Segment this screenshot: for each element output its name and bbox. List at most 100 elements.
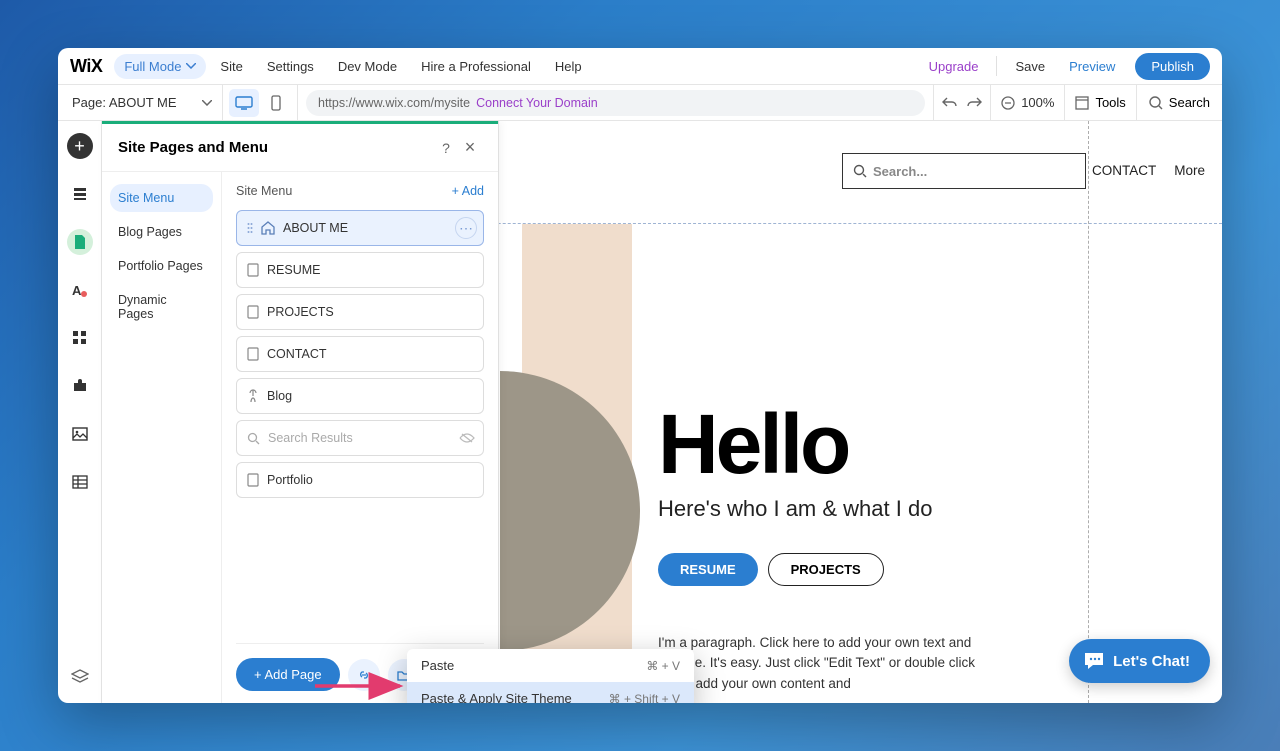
- hero-subtitle[interactable]: Here's who I am & what I do: [658, 496, 932, 522]
- tools-label: Tools: [1095, 95, 1125, 110]
- data-button[interactable]: [67, 469, 93, 495]
- page-blog[interactable]: Blog: [236, 378, 484, 414]
- second-bar: Page: ABOUT ME https://www.wix.com/mysit…: [58, 85, 1222, 121]
- search-icon: [853, 164, 867, 178]
- site-search-input[interactable]: Search...: [842, 153, 1086, 189]
- font-icon: A: [72, 282, 88, 298]
- menu-devmode[interactable]: Dev Mode: [328, 59, 407, 74]
- layers-icon: [71, 669, 89, 685]
- layers-button[interactable]: [67, 181, 93, 207]
- menu-help[interactable]: Help: [545, 59, 592, 74]
- page-portfolio[interactable]: Portfolio: [236, 462, 484, 498]
- menu-paste-apply-theme[interactable]: Paste & Apply Site Theme ⌘ + Shift + V: [407, 682, 694, 703]
- page-search-results[interactable]: Search Results: [236, 420, 484, 456]
- mobile-icon: [271, 95, 281, 111]
- page-label: Page: ABOUT ME: [72, 95, 177, 110]
- page-name: Portfolio: [267, 473, 313, 487]
- page-selector[interactable]: Page: ABOUT ME: [58, 85, 223, 120]
- page-more-button[interactable]: ⋯: [455, 217, 477, 239]
- page-name: CONTACT: [267, 347, 327, 361]
- page-name: RESUME: [267, 263, 320, 277]
- tools-button[interactable]: Tools: [1065, 85, 1136, 120]
- cat-dynamic-pages[interactable]: Dynamic Pages: [110, 286, 213, 328]
- undo-icon[interactable]: [942, 96, 958, 110]
- hero-paragraph[interactable]: I'm a paragraph. Click here to add your …: [658, 633, 978, 694]
- mobile-device-button[interactable]: [261, 89, 291, 117]
- grid-icon: [72, 330, 88, 346]
- page-name: Search Results: [268, 431, 353, 445]
- history-controls: [934, 85, 991, 120]
- pages-button[interactable]: [67, 229, 93, 255]
- mode-selector[interactable]: Full Mode: [114, 54, 206, 79]
- vertical-guide-right: [1088, 121, 1089, 703]
- chat-widget[interactable]: Let's Chat!: [1069, 639, 1210, 683]
- nav-more[interactable]: More: [1174, 163, 1205, 178]
- addons-button[interactable]: [67, 373, 93, 399]
- search-label: Search: [1169, 95, 1210, 110]
- top-bar: WiX Full Mode Site Settings Dev Mode Hir…: [58, 48, 1222, 85]
- menu-paste[interactable]: Paste ⌘ + V: [407, 649, 694, 682]
- theme-button[interactable]: A: [67, 277, 93, 303]
- panel-title: Site Pages and Menu: [118, 139, 434, 156]
- add-section-button[interactable]: + Add: [452, 184, 484, 198]
- chevron-down-icon: [186, 63, 196, 69]
- menu-label: Paste & Apply Site Theme: [421, 691, 572, 703]
- section-label: Site Menu: [236, 184, 292, 198]
- search-placeholder: Search...: [873, 164, 927, 179]
- drag-icon[interactable]: [247, 222, 253, 234]
- preview-button[interactable]: Preview: [1059, 59, 1125, 74]
- apps-button[interactable]: [67, 325, 93, 351]
- menu-hire[interactable]: Hire a Professional: [411, 59, 541, 74]
- panel-categories: Site Menu Blog Pages Portfolio Pages Dyn…: [102, 172, 222, 703]
- url-field[interactable]: https://www.wix.com/mysite Connect Your …: [306, 90, 925, 116]
- editor-window: WiX Full Mode Site Settings Dev Mode Hir…: [58, 48, 1222, 703]
- menu-site[interactable]: Site: [210, 59, 252, 74]
- zoom-out-icon: [1001, 96, 1015, 110]
- page-resume[interactable]: RESUME: [236, 252, 484, 288]
- hero-buttons: RESUME PROJECTS: [658, 553, 884, 586]
- upgrade-link[interactable]: Upgrade: [919, 59, 989, 74]
- cat-blog-pages[interactable]: Blog Pages: [110, 218, 213, 246]
- page-contact[interactable]: CONTACT: [236, 336, 484, 372]
- media-button[interactable]: [67, 421, 93, 447]
- layers-bottom-button[interactable]: [68, 665, 92, 689]
- page-icon: [247, 263, 259, 277]
- nav-contact[interactable]: CONTACT: [1092, 163, 1156, 178]
- zoom-value: 100%: [1021, 95, 1054, 110]
- search-button[interactable]: Search: [1137, 85, 1222, 120]
- add-element-button[interactable]: +: [67, 133, 93, 159]
- desktop-device-button[interactable]: [229, 89, 259, 117]
- desktop-icon: [235, 96, 253, 110]
- hidden-icon: [459, 432, 475, 444]
- panel-close-button[interactable]: ×: [458, 137, 482, 158]
- page-name: PROJECTS: [267, 305, 334, 319]
- page-projects[interactable]: PROJECTS: [236, 294, 484, 330]
- cat-site-menu[interactable]: Site Menu: [110, 184, 213, 212]
- publish-button[interactable]: Publish: [1135, 53, 1210, 80]
- save-button[interactable]: Save: [1005, 59, 1055, 74]
- page-icon: [247, 347, 259, 361]
- redo-icon[interactable]: [966, 96, 982, 110]
- search-icon: [1149, 96, 1163, 110]
- connect-domain-link[interactable]: Connect Your Domain: [476, 96, 598, 110]
- chat-label: Let's Chat!: [1113, 653, 1190, 670]
- context-menu: Paste ⌘ + V Paste & Apply Site Theme ⌘ +…: [407, 649, 694, 703]
- panel-help-button[interactable]: ?: [434, 140, 458, 156]
- page-icon: [247, 305, 259, 319]
- cat-portfolio-pages[interactable]: Portfolio Pages: [110, 252, 213, 280]
- menu-shortcut: ⌘ + Shift + V: [609, 692, 680, 704]
- url-text: https://www.wix.com/mysite: [318, 96, 470, 110]
- image-icon: [72, 427, 88, 441]
- main-area: + A Search... CONTACT More: [58, 121, 1222, 703]
- blog-icon: [247, 389, 259, 403]
- tools-icon: [1075, 96, 1089, 110]
- zoom-control[interactable]: 100%: [991, 85, 1065, 120]
- resume-button[interactable]: RESUME: [658, 553, 758, 586]
- page-icon: [247, 473, 259, 487]
- pages-panel: Site Pages and Menu ? × Site Menu Blog P…: [102, 121, 499, 703]
- projects-button[interactable]: PROJECTS: [768, 553, 884, 586]
- page-about-me[interactable]: ABOUT ME ⋯: [236, 210, 484, 246]
- hero-title[interactable]: Hello: [658, 396, 848, 493]
- home-icon: [261, 221, 275, 235]
- menu-settings[interactable]: Settings: [257, 59, 324, 74]
